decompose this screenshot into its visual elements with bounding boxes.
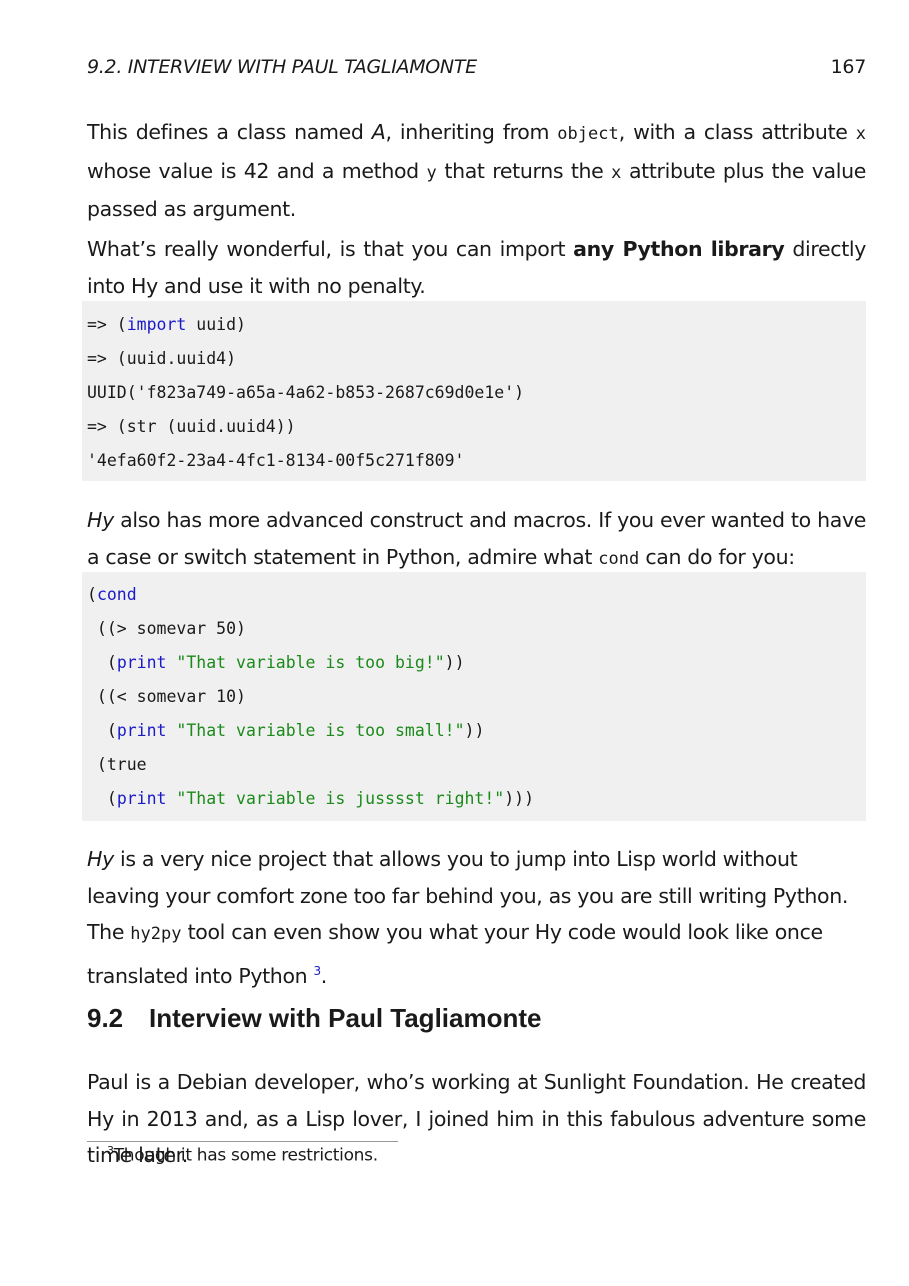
footnote-text: Though it has some restrictions. bbox=[113, 1145, 378, 1166]
code-line: ((> somevar 50) bbox=[87, 619, 246, 638]
code-line: '4efa60f2-23a4-4fc1-8134-00f5c271f809' bbox=[87, 451, 465, 470]
code-line: UUID('f823a749-a65a-4a62-b853-2687c69d0e… bbox=[87, 383, 525, 402]
running-header: 9.2. INTERVIEW WITH PAUL TAGLIAMONTE 167 bbox=[87, 56, 866, 80]
paragraph-hy-summary: Hy is a very nice project that allows yo… bbox=[87, 847, 849, 988]
code-line: (print "That variable is too small!")) bbox=[87, 721, 485, 740]
paragraph-import-library: What’s really wonderful, is that you can… bbox=[87, 237, 867, 298]
section-number: 9.2 bbox=[87, 1003, 124, 1033]
code-block-cond: (cond ((> somevar 50) (print "That varia… bbox=[82, 572, 866, 821]
paragraph-class-definition: This defines a class named A, inheriting… bbox=[87, 120, 866, 221]
footnote-divider bbox=[87, 1141, 398, 1142]
footnote-mark: 3 bbox=[107, 1144, 114, 1157]
running-header-title: 9.2. INTERVIEW WITH PAUL TAGLIAMONTE bbox=[87, 56, 477, 78]
code-line: => (str (uuid.uuid4)) bbox=[87, 417, 296, 436]
code-line: (cond bbox=[87, 585, 137, 604]
code-line: (print "That variable is jusssst right!"… bbox=[87, 789, 535, 808]
footnote-reference[interactable]: 3 bbox=[313, 964, 321, 978]
paragraph-macros: Hy also has more advanced construct and … bbox=[87, 508, 866, 569]
code-line: => (uuid.uuid4) bbox=[87, 349, 237, 368]
code-line: ((< somevar 10) bbox=[87, 687, 246, 706]
code-block-uuid: => (import uuid) => (uuid.uuid4) UUID('f… bbox=[82, 301, 866, 481]
section-title: Interview with Paul Tagliamonte bbox=[149, 1003, 542, 1033]
footnote: 3Though it has some restrictions. bbox=[107, 1144, 378, 1166]
code-line: => (import uuid) bbox=[87, 315, 246, 334]
code-line: (print "That variable is too big!")) bbox=[87, 653, 465, 672]
code-line: (true bbox=[87, 755, 147, 774]
section-heading: 9.2 Interview with Paul Tagliamonte bbox=[87, 1003, 541, 1034]
page-number: 167 bbox=[830, 56, 867, 78]
